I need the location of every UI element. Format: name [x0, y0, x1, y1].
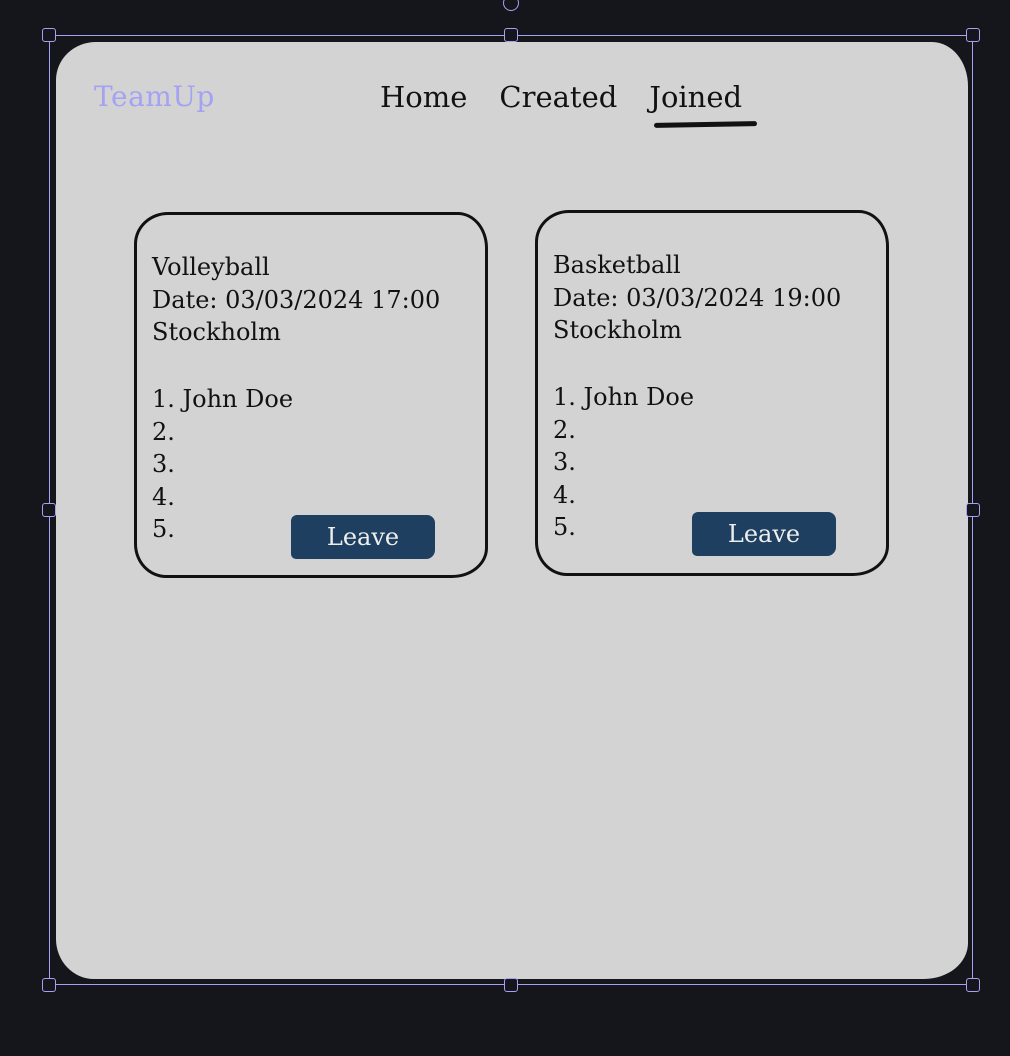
resize-handle-top-left[interactable]: [42, 28, 56, 42]
resize-handle-bottom[interactable]: [504, 978, 518, 992]
resize-handle-bottom-left[interactable]: [42, 978, 56, 992]
resize-handle-right[interactable]: [966, 503, 980, 517]
resize-handle-top[interactable]: [504, 28, 518, 42]
resize-handle-bottom-right[interactable]: [966, 978, 980, 992]
resize-handle-top-right[interactable]: [966, 28, 980, 42]
drawing-canvas[interactable]: TeamUp Home Created Joined Volleyball Dat…: [0, 0, 1010, 1056]
resize-handle-left[interactable]: [42, 503, 56, 517]
selection-frame: [49, 35, 973, 985]
rotate-handle[interactable]: [503, 0, 519, 11]
